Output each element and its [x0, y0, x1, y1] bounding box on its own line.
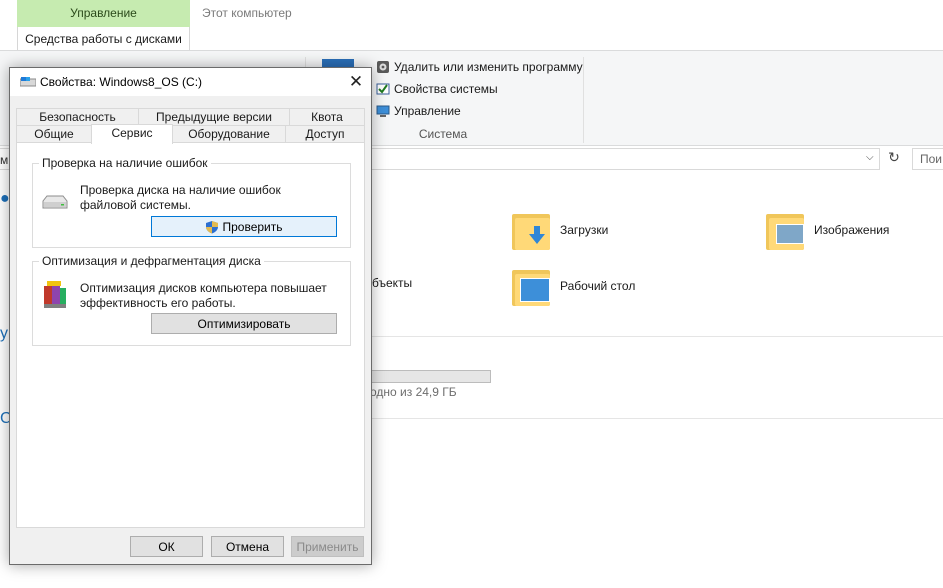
apply-button-label: Применить: [296, 539, 359, 554]
system-properties-button[interactable]: Свойства системы: [376, 79, 498, 99]
desktop-folder-icon: [512, 266, 550, 306]
downloads-folder-icon: [512, 210, 550, 250]
ok-button-label: ОК: [158, 539, 175, 554]
folder-3d-objects[interactable]: бъекты: [372, 276, 412, 290]
ribbon-group-system: Система: [418, 127, 468, 141]
apply-button[interactable]: Применить: [291, 536, 364, 557]
manage-label: Управление: [394, 104, 461, 118]
tab-service[interactable]: Сервис: [91, 124, 173, 144]
optimize-button[interactable]: Оптимизировать: [151, 313, 337, 334]
folder-label: Рабочий стол: [560, 279, 636, 293]
drive-icon: [20, 77, 36, 87]
ok-button[interactable]: ОК: [130, 536, 203, 557]
tab-sharing[interactable]: Доступ: [285, 125, 365, 143]
dialog-title: Свойства: Windows8_OS (C:): [40, 75, 203, 89]
folder-label: бъекты: [372, 276, 413, 290]
drive-free-space: одно из 24,9 ГБ: [370, 385, 457, 399]
tab-quota[interactable]: Квота: [289, 108, 365, 126]
optimize-button-label: Оптимизировать: [197, 316, 291, 331]
tab-general[interactable]: Общие: [16, 125, 92, 143]
chevron-down-icon[interactable]: ⌵: [866, 152, 874, 163]
search-input[interactable]: Пои: [912, 148, 943, 170]
optimize-description: Оптимизация дисков компьютера повышает э…: [80, 281, 327, 310]
error-check-description: Проверка диска на наличие ошибок файлово…: [80, 183, 281, 212]
cancel-button-label: Отмена: [225, 539, 270, 554]
folder-label: Загрузки: [560, 223, 609, 237]
tab-row-1: Безопасность Предыдущие версии Квота: [16, 108, 365, 126]
ribbon-tab-strip: Управление Этот компьютер Средства работ…: [0, 0, 943, 50]
manage-button[interactable]: Управление: [376, 101, 461, 121]
close-icon[interactable]: ✕: [341, 70, 371, 94]
uac-shield-icon: [206, 220, 219, 233]
tab-disk-tools[interactable]: Средства работы с дисками: [17, 27, 190, 50]
cancel-button[interactable]: Отмена: [211, 536, 284, 557]
defrag-icon: [44, 281, 66, 308]
programs-icon: [376, 60, 390, 74]
tab-hardware[interactable]: Оборудование: [172, 125, 286, 143]
check-button[interactable]: Проверить: [151, 216, 337, 237]
computer-management-icon: [376, 104, 390, 118]
optimize-group: Оптимизация и дефрагментация диска Оптим…: [32, 254, 351, 346]
error-check-group: Проверка на наличие ошибок Проверка диск…: [32, 156, 351, 248]
folder-pictures[interactable]: Изображения: [766, 210, 889, 250]
hard-drive-icon: [42, 195, 68, 209]
error-check-title: Проверка на наличие ошибок: [39, 156, 211, 170]
folder-downloads[interactable]: Загрузки: [512, 210, 608, 250]
drive-usage-bar: [370, 370, 491, 383]
check-button-label: Проверить: [222, 219, 283, 234]
uninstall-program-label: Удалить или изменить программу: [394, 60, 583, 74]
left-pane-fragment: у: [0, 325, 8, 342]
context-group-manage[interactable]: Управление: [17, 0, 190, 27]
properties-dialog: Свойства: Windows8_OS (C:) ✕ Безопасност…: [9, 67, 372, 565]
pictures-folder-icon: [766, 210, 804, 250]
dialog-titlebar[interactable]: Свойства: Windows8_OS (C:) ✕: [10, 68, 371, 96]
section-divider: [370, 418, 943, 419]
refresh-icon[interactable]: ↻: [884, 149, 904, 169]
ribbon-divider: [583, 57, 584, 143]
section-divider: [370, 336, 943, 337]
tab-row-2: Общие Сервис Оборудование Доступ: [16, 124, 365, 144]
optimize-title: Оптимизация и дефрагментация диска: [39, 254, 264, 268]
address-text: м: [0, 153, 9, 167]
system-properties-icon: [376, 82, 390, 96]
folder-label: Изображения: [814, 223, 890, 237]
folder-desktop[interactable]: Рабочий стол: [512, 266, 635, 306]
uninstall-program-button[interactable]: Удалить или изменить программу: [376, 57, 583, 77]
system-properties-label: Свойства системы: [394, 82, 498, 96]
tab-this-pc[interactable]: Этот компьютер: [202, 6, 292, 20]
tab-panel-service: Проверка на наличие ошибок Проверка диск…: [16, 142, 365, 528]
